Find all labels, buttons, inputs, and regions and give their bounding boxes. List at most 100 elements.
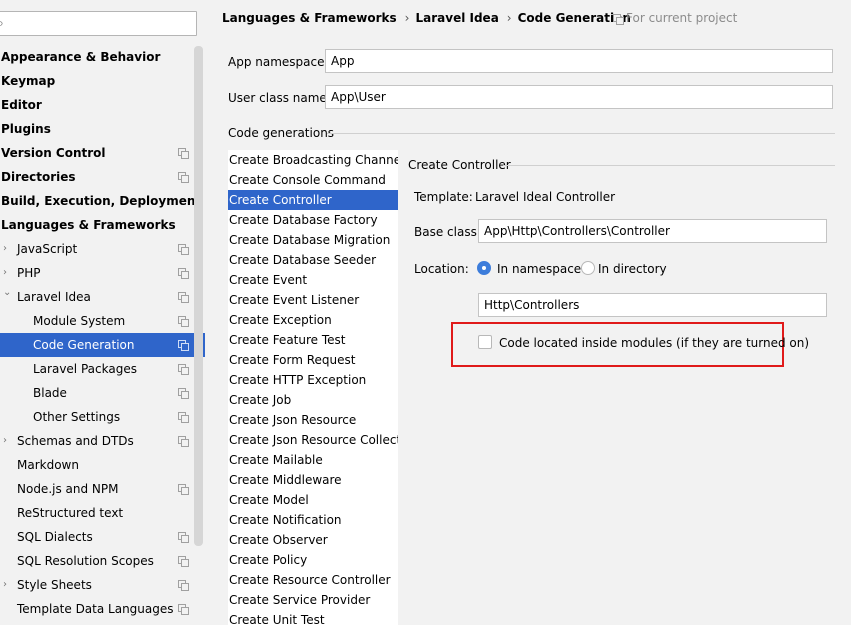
code-generations-list[interactable]: Create Broadcasting Channel Create Consol… [228, 150, 398, 625]
list-item[interactable]: Create Event Listener [228, 290, 398, 310]
sidebar-item-php[interactable]: › PHP [0, 261, 205, 285]
sidebar-item-version-control[interactable]: Version Control [0, 141, 205, 165]
list-item[interactable]: Create Controller [228, 190, 398, 210]
user-class-field[interactable]: App\User [325, 85, 833, 109]
sidebar-item-label: SQL Resolution Scopes [17, 554, 154, 568]
list-item[interactable]: Create Policy [228, 550, 398, 570]
sidebar-item-label: Blade [33, 386, 67, 400]
sidebar-item-languages-frameworks[interactable]: Languages & Frameworks [0, 213, 205, 237]
list-item[interactable]: Create HTTP Exception [228, 370, 398, 390]
radio-in-directory[interactable] [581, 261, 595, 275]
project-scope-icon [178, 316, 189, 327]
sidebar-item-build-execution-deployment[interactable]: Build, Execution, Deployment [0, 189, 205, 213]
sidebar-item-restructured-text[interactable]: ReStructured text [0, 501, 205, 525]
sidebar-item-markdown[interactable]: Markdown [0, 453, 205, 477]
project-scope-icon [178, 484, 189, 495]
project-scope-icon [178, 340, 189, 351]
breadcrumb-item-languages[interactable]: Languages & Frameworks [222, 11, 397, 25]
app-namespace-field[interactable]: App [325, 49, 833, 73]
sidebar-item-label: Style Sheets [17, 578, 92, 592]
list-item[interactable]: Create Form Request [228, 350, 398, 370]
sidebar-item-sql-dialects[interactable]: SQL Dialects [0, 525, 205, 549]
sidebar-item-label: Template Data Languages [17, 602, 174, 616]
list-item[interactable]: Create Model [228, 490, 398, 510]
breadcrumb-item-laravel-idea[interactable]: Laravel Idea [415, 11, 498, 25]
sidebar-item-style-sheets[interactable]: › Style Sheets [0, 573, 205, 597]
list-item[interactable]: Create Observer [228, 530, 398, 550]
sidebar-item-sql-resolution-scopes[interactable]: SQL Resolution Scopes [0, 549, 205, 573]
chevron-right-icon[interactable]: › [3, 429, 7, 453]
sidebar-item-label: Other Settings [33, 410, 121, 424]
sidebar-item-other-settings[interactable]: Other Settings [0, 405, 205, 429]
sidebar-item-node-js-and-npm[interactable]: Node.js and NPM [0, 477, 205, 501]
sidebar-item-editor[interactable]: Editor [0, 93, 205, 117]
sidebar-item-blade[interactable]: Blade [0, 381, 205, 405]
sidebar-item-label: Languages & Frameworks [1, 218, 176, 232]
settings-tree: Appearance & Behavior Keymap Editor Plugins… [0, 45, 205, 621]
list-item[interactable]: Create Job [228, 390, 398, 410]
list-item[interactable]: Create Json Resource Collection [228, 430, 398, 450]
chevron-down-icon[interactable]: ⌄ [3, 281, 11, 305]
sidebar-item-schemas-and-dtds[interactable]: › Schemas and DTDs [0, 429, 205, 453]
sidebar-item-laravel-idea[interactable]: ⌄ Laravel Idea [0, 285, 205, 309]
sidebar-item-keymap[interactable]: Keymap [0, 69, 205, 93]
list-item[interactable]: Create Event [228, 270, 398, 290]
sidebar-item-label: Directories [1, 170, 76, 184]
template-label: Template: [414, 190, 473, 204]
sidebar-item-module-system[interactable]: Module System [0, 309, 205, 333]
radio-in-namespace-label[interactable]: In namespace [497, 262, 581, 276]
list-item[interactable]: Create Database Seeder [228, 250, 398, 270]
section-divider [327, 133, 835, 134]
sidebar-item-template-data-languages[interactable]: Template Data Languages [0, 597, 205, 621]
project-scope-icon [178, 412, 189, 423]
list-item[interactable]: Create Mailable [228, 450, 398, 470]
sidebar-item-label: Markdown [17, 458, 79, 472]
project-scope-icon [178, 244, 189, 255]
list-item[interactable]: Create Console Command [228, 170, 398, 190]
sidebar-item-label: Node.js and NPM [17, 482, 119, 496]
sidebar-item-label: JavaScript [17, 242, 78, 256]
chevron-right-icon[interactable]: › [3, 237, 7, 261]
list-item[interactable]: Create Broadcasting Channel [228, 150, 398, 170]
search-input[interactable]: ⌕ [0, 11, 197, 36]
list-item[interactable]: Create Unit Test [228, 610, 398, 625]
project-scope-icon [178, 268, 189, 279]
list-item[interactable]: Create Feature Test [228, 330, 398, 350]
sidebar-item-label: Appearance & Behavior [1, 50, 161, 64]
list-item[interactable]: Create Service Provider [228, 590, 398, 610]
list-item[interactable]: Create Notification [228, 510, 398, 530]
sidebar-item-javascript[interactable]: › JavaScript [0, 237, 205, 261]
modules-checkbox[interactable] [478, 335, 492, 349]
search-icon: ⌕ [0, 16, 4, 30]
project-scope-icon [178, 172, 189, 183]
list-item[interactable]: Create Database Migration [228, 230, 398, 250]
settings-main-panel: Languages & Frameworks › Laravel Idea › Code… [205, 0, 851, 625]
list-item[interactable]: Create Exception [228, 310, 398, 330]
sidebar-item-directories[interactable]: Directories [0, 165, 205, 189]
list-item[interactable]: Create Middleware [228, 470, 398, 490]
sidebar-item-label: Code Generation [33, 338, 135, 352]
list-item[interactable]: Create Database Factory [228, 210, 398, 230]
sidebar-item-label: Module System [33, 314, 126, 328]
list-item[interactable]: Create Resource Controller [228, 570, 398, 590]
radio-in-namespace[interactable] [477, 261, 491, 275]
sidebar-item-laravel-packages[interactable]: Laravel Packages [0, 357, 205, 381]
namespace-field[interactable]: Http\Controllers [478, 293, 827, 317]
base-class-field[interactable]: App\Http\Controllers\Controller [478, 219, 827, 243]
sidebar-item-label: Version Control [1, 146, 106, 160]
breadcrumb: Languages & Frameworks › Laravel Idea › Code… [222, 11, 631, 25]
sidebar-item-plugins[interactable]: Plugins [0, 117, 205, 141]
list-item[interactable]: Create Json Resource [228, 410, 398, 430]
project-scope-icon [178, 532, 189, 543]
radio-in-directory-label[interactable]: In directory [598, 262, 667, 276]
project-scope-icon [178, 292, 189, 303]
chevron-right-icon[interactable]: › [3, 573, 7, 597]
sidebar-item-code-generation[interactable]: Code Generation [0, 333, 205, 357]
sidebar-item-appearance-behavior[interactable]: Appearance & Behavior [0, 45, 205, 69]
project-scope-icon [178, 388, 189, 399]
sidebar-item-label: SQL Dialects [17, 530, 93, 544]
sidebar-item-label: ReStructured text [17, 506, 124, 520]
modules-checkbox-label[interactable]: Code located inside modules (if they are… [499, 336, 809, 350]
settings-sidebar: ⌕ Appearance & Behavior Keymap Editor Plugi… [0, 0, 205, 625]
sidebar-scrollbar[interactable] [194, 46, 203, 546]
